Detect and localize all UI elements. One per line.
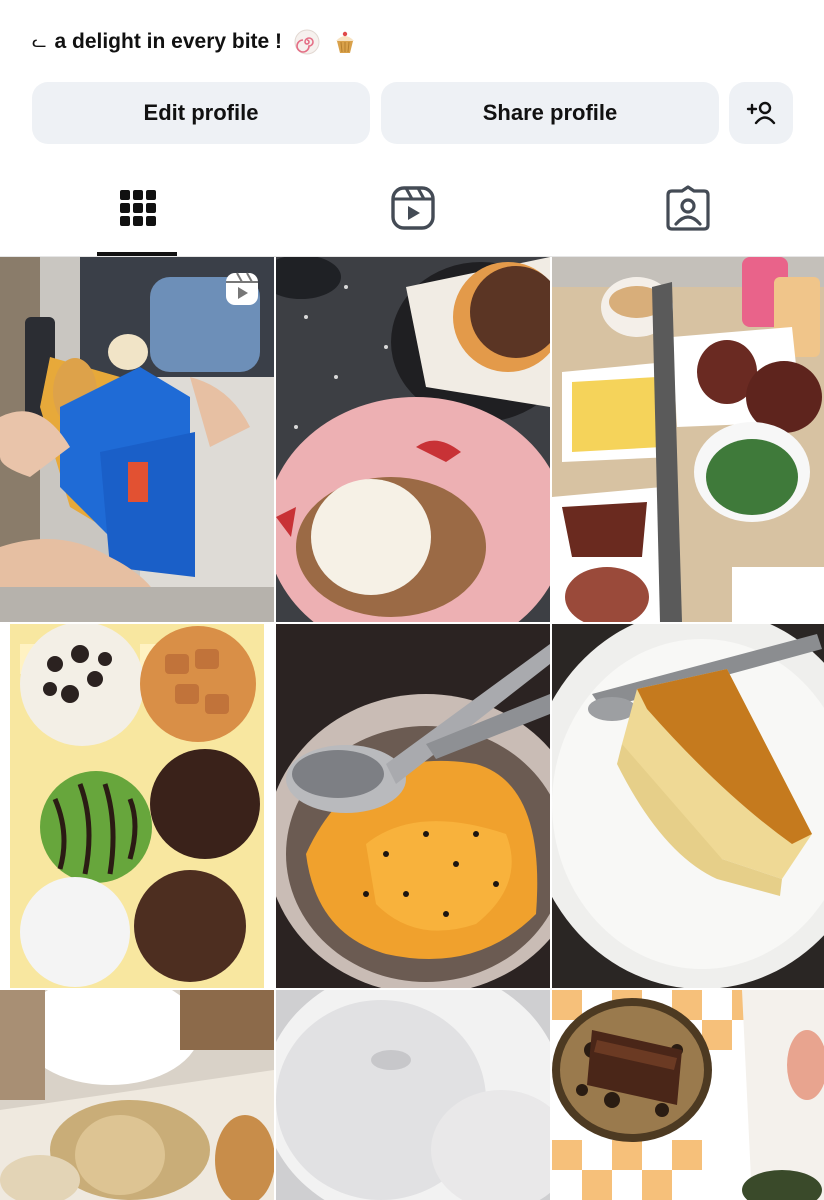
tagged-icon xyxy=(665,185,710,231)
share-profile-label: Share profile xyxy=(482,100,618,125)
post-thumbnail[interactable] xyxy=(276,257,550,622)
post-photo xyxy=(276,990,550,1200)
profile-tabs xyxy=(0,160,824,257)
bio-line: ᓚ a delight in every bite ! xyxy=(32,24,358,60)
post-thumbnail[interactable] xyxy=(552,990,824,1200)
posts-grid xyxy=(0,257,824,1200)
discover-people-button[interactable] xyxy=(729,82,793,144)
post-photo xyxy=(552,624,824,988)
reels-icon xyxy=(390,186,435,230)
post-thumbnail[interactable] xyxy=(276,624,550,988)
post-photo xyxy=(276,624,550,988)
tab-posts-grid[interactable] xyxy=(0,160,275,256)
post-photo xyxy=(552,990,824,1200)
tab-reels[interactable] xyxy=(275,160,550,256)
post-thumbnail[interactable] xyxy=(0,257,274,622)
post-thumbnail[interactable] xyxy=(0,990,274,1200)
edit-profile-label: Edit profile xyxy=(143,100,259,125)
cupcake-emoji xyxy=(336,31,355,53)
reel-badge-icon xyxy=(226,272,258,305)
share-profile-button[interactable]: Share profile xyxy=(381,82,719,144)
add-person-icon xyxy=(746,101,776,125)
grid-icon xyxy=(119,190,156,226)
bio-text: a delight in every bite ! xyxy=(54,30,283,53)
post-thumbnail[interactable] xyxy=(0,624,274,988)
post-thumbnail[interactable] xyxy=(552,624,824,988)
post-photo xyxy=(0,624,274,988)
bio-curl-symbol: ᓚ xyxy=(32,32,47,51)
post-photo xyxy=(0,257,274,622)
fish-cake-emoji xyxy=(294,29,320,55)
edit-profile-button[interactable]: Edit profile xyxy=(32,82,370,144)
post-photo xyxy=(552,257,824,622)
tab-tagged[interactable] xyxy=(550,160,824,256)
post-thumbnail[interactable] xyxy=(276,990,550,1200)
post-photo xyxy=(0,990,274,1200)
active-tab-indicator xyxy=(97,252,177,256)
post-photo xyxy=(276,257,550,622)
post-thumbnail[interactable] xyxy=(552,257,824,622)
